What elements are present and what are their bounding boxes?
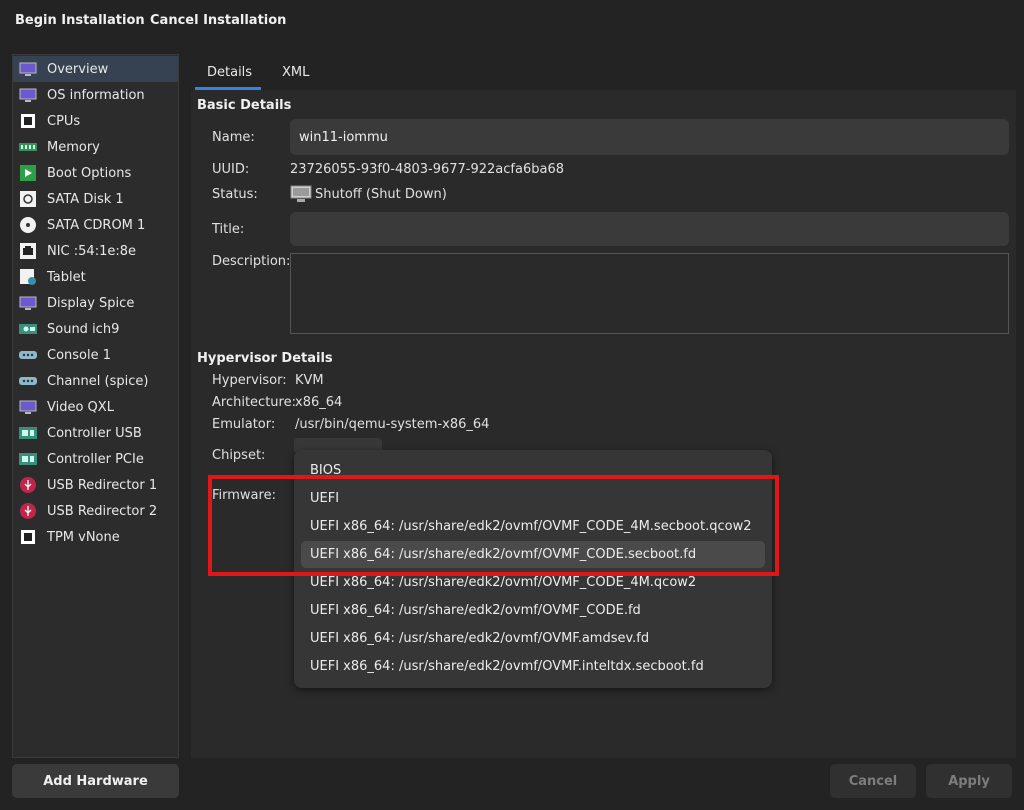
- sidebar-item-usb-redirector-2[interactable]: USB Redirector 2: [13, 498, 178, 524]
- hypervisor-label: Hypervisor:: [212, 373, 287, 388]
- sound-card-icon: [19, 324, 37, 334]
- sidebar-item-label: Channel (spice): [47, 374, 149, 389]
- sidebar-item-label: Sound ich9: [47, 322, 120, 337]
- sidebar-item-label: Controller USB: [47, 426, 142, 441]
- controller-icon: [19, 427, 37, 439]
- tab-details[interactable]: Details: [207, 65, 252, 80]
- architecture-label: Architecture:: [212, 395, 296, 410]
- cancel-button[interactable]: Cancel: [830, 764, 916, 798]
- disk-icon: [20, 191, 36, 207]
- hypervisor-value: KVM: [295, 373, 324, 388]
- usb-icon: [20, 503, 36, 519]
- sidebar-item-label: OS information: [47, 88, 145, 103]
- active-tab-indicator: [195, 87, 261, 90]
- architecture-value: x86_64: [295, 395, 343, 410]
- sidebar-item-label: Display Spice: [47, 296, 135, 311]
- name-label: Name:: [212, 130, 255, 145]
- tab-xml[interactable]: XML: [282, 65, 309, 80]
- status-label: Status:: [212, 187, 258, 202]
- uuid-label: UUID:: [212, 162, 250, 177]
- toolbar: Begin Installation Cancel Installation: [0, 0, 1024, 42]
- sidebar-item-label: Tablet: [47, 270, 86, 285]
- sidebar-item-channel-spice[interactable]: Channel (spice): [13, 368, 178, 394]
- sidebar-item-overview[interactable]: Overview: [13, 56, 178, 82]
- begin-installation-button[interactable]: Begin Installation: [15, 13, 145, 28]
- sidebar-item-controller-pcie[interactable]: Controller PCIe: [13, 446, 178, 472]
- description-field[interactable]: [290, 253, 1009, 334]
- controller-icon: [19, 453, 37, 465]
- sidebar-item-os-information[interactable]: OS information: [13, 82, 178, 108]
- emulator-label: Emulator:: [212, 417, 276, 432]
- sidebar-item-usb-redirector-1[interactable]: USB Redirector 1: [13, 472, 178, 498]
- sidebar-item-boot-options[interactable]: Boot Options: [13, 160, 178, 186]
- chipset-label: Chipset:: [212, 448, 266, 463]
- sidebar-item-label: Video QXL: [47, 400, 114, 415]
- title-field[interactable]: [290, 212, 1009, 246]
- firmware-label: Firmware:: [212, 488, 276, 503]
- sidebar-item-memory[interactable]: Memory: [13, 134, 178, 160]
- usb-icon: [20, 477, 36, 493]
- serial-port-icon: [19, 377, 37, 385]
- network-icon: [20, 243, 36, 259]
- firmware-option-code-4m-secboot-qcow2[interactable]: UEFI x86_64: /usr/share/edk2/ovmf/OVMF_C…: [301, 513, 765, 540]
- sidebar-item-video-qxl[interactable]: Video QXL: [13, 394, 178, 420]
- sidebar-item-display-spice[interactable]: Display Spice: [13, 290, 178, 316]
- sidebar-item-label: CPUs: [47, 114, 81, 129]
- basic-details-title: Basic Details: [197, 98, 292, 113]
- sidebar-item-label: Overview: [47, 62, 109, 77]
- boot-icon: [20, 165, 36, 181]
- sidebar-item-label: USB Redirector 1: [47, 478, 158, 493]
- display-icon: [19, 296, 37, 310]
- details-panel: Details XML Basic Details Name: win11-io…: [191, 54, 1016, 758]
- sidebar-item-label: Boot Options: [47, 166, 132, 181]
- sidebar-item-tpm-vnone[interactable]: TPM vNone: [13, 524, 178, 550]
- sidebar-item-nic[interactable]: NIC :54:1e:8e: [13, 238, 178, 264]
- description-label: Description:: [212, 254, 291, 269]
- sidebar-item-label: Memory: [47, 140, 100, 155]
- apply-button[interactable]: Apply: [926, 764, 1012, 798]
- sidebar-item-label: SATA Disk 1: [47, 192, 124, 207]
- firmware-option-code-4m-qcow2[interactable]: UEFI x86_64: /usr/share/edk2/ovmf/OVMF_C…: [301, 569, 765, 596]
- sidebar-item-console-1[interactable]: Console 1: [13, 342, 178, 368]
- sidebar-item-label: SATA CDROM 1: [47, 218, 146, 233]
- sidebar-item-sound-ich9[interactable]: Sound ich9: [13, 316, 178, 342]
- tablet-icon: [20, 269, 36, 285]
- sidebar-item-label: NIC :54:1e:8e: [47, 244, 136, 259]
- firmware-option-uefi[interactable]: UEFI: [301, 485, 765, 512]
- memory-icon: [19, 143, 37, 151]
- firmware-option-bios[interactable]: BIOS: [301, 457, 765, 484]
- status-value: Shutoff (Shut Down): [315, 187, 447, 202]
- cancel-installation-button[interactable]: Cancel Installation: [150, 13, 286, 28]
- serial-port-icon: [19, 351, 37, 359]
- sidebar-item-controller-usb[interactable]: Controller USB: [13, 420, 178, 446]
- title-label: Title:: [212, 222, 245, 237]
- hardware-list: Overview OS information CPUs Memory Boot…: [12, 54, 179, 758]
- sidebar-item-tablet[interactable]: Tablet: [13, 264, 178, 290]
- sidebar-item-sata-cdrom-1[interactable]: SATA CDROM 1: [13, 212, 178, 238]
- monitor-icon: [19, 62, 37, 76]
- firmware-option-inteltdx-secboot-fd[interactable]: UEFI x86_64: /usr/share/edk2/ovmf/OVMF.i…: [301, 653, 765, 680]
- firmware-option-code-secboot-fd[interactable]: UEFI x86_64: /usr/share/edk2/ovmf/OVMF_C…: [301, 541, 765, 568]
- add-hardware-button[interactable]: Add Hardware: [12, 764, 179, 798]
- sidebar-item-label: USB Redirector 2: [47, 504, 158, 519]
- name-field[interactable]: win11-iommu: [290, 119, 1009, 155]
- cpu-icon: [21, 114, 35, 128]
- sidebar-item-label: Console 1: [47, 348, 112, 363]
- uuid-value: 23726055-93f0-4803-9677-922acfa6ba68: [290, 162, 564, 177]
- emulator-value: /usr/bin/qemu-system-x86_64: [295, 417, 490, 432]
- monitor-icon: [19, 88, 37, 102]
- firmware-option-amdsev-fd[interactable]: UEFI x86_64: /usr/share/edk2/ovmf/OVMF.a…: [301, 625, 765, 652]
- tpm-icon: [21, 530, 35, 544]
- tab-bar: Details XML: [191, 54, 1016, 90]
- firmware-dropdown-menu: BIOS UEFI UEFI x86_64: /usr/share/edk2/o…: [294, 450, 772, 688]
- hypervisor-details-title: Hypervisor Details: [197, 351, 333, 366]
- shutoff-monitor-icon: [290, 185, 312, 202]
- sidebar-item-sata-disk-1[interactable]: SATA Disk 1: [13, 186, 178, 212]
- sidebar-item-label: TPM vNone: [47, 530, 120, 545]
- sidebar-item-label: Controller PCIe: [47, 452, 144, 467]
- firmware-option-code-fd[interactable]: UEFI x86_64: /usr/share/edk2/ovmf/OVMF_C…: [301, 597, 765, 624]
- sidebar-item-cpus[interactable]: CPUs: [13, 108, 178, 134]
- monitor-icon: [19, 400, 37, 414]
- cdrom-icon: [20, 217, 36, 233]
